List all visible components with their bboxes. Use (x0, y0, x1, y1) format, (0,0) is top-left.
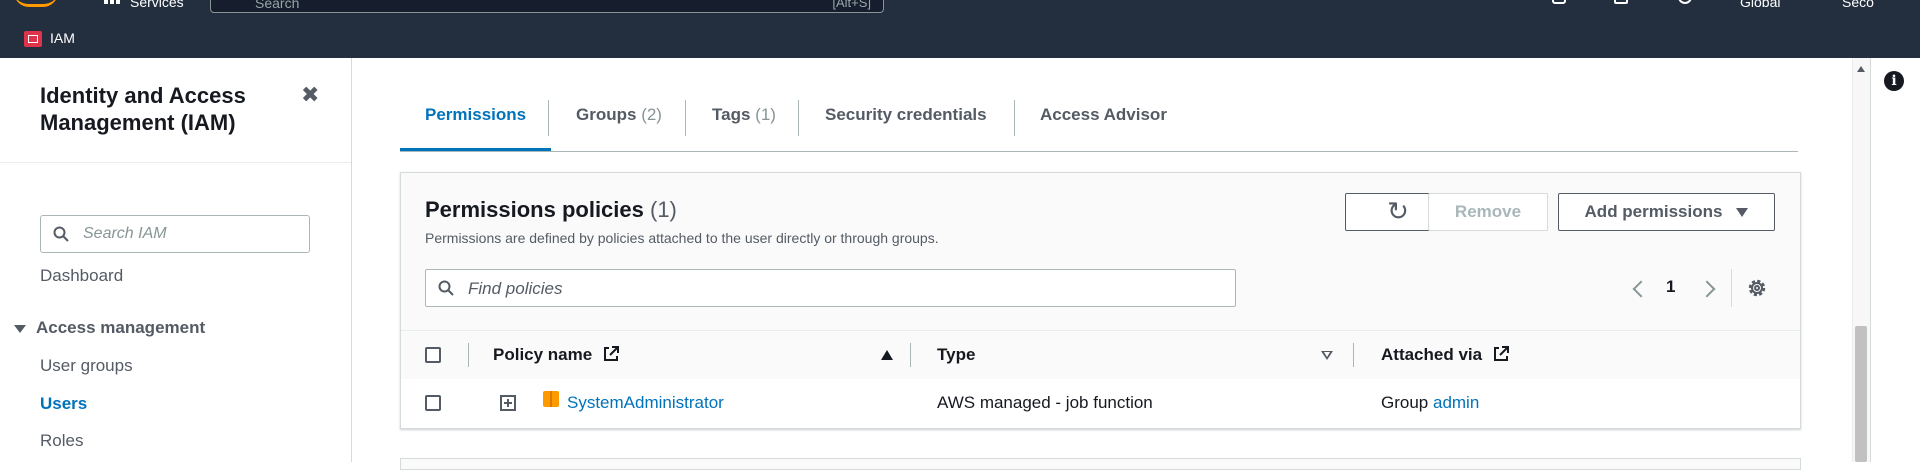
sidebar-item-user-groups[interactable]: User groups (40, 356, 133, 376)
user-detail-tabs: Permissions Groups (2) Tags (1) Security… (400, 85, 1798, 152)
search-icon (53, 226, 69, 242)
add-permissions-button[interactable]: Add permissions (1558, 193, 1775, 231)
search-icon (438, 280, 454, 296)
select-all-checkbox[interactable] (425, 347, 441, 363)
refresh-icon: ↻ (1387, 196, 1409, 226)
next-page-icon[interactable] (1698, 280, 1716, 298)
policy-name-link[interactable]: SystemAdministrator (567, 393, 724, 413)
policies-table-header: Policy name Type Attached via (401, 330, 1800, 380)
tab-label: Security credentials (825, 105, 987, 124)
sidebar-title: Identity and Access Management (IAM) (40, 83, 246, 135)
sidebar-item-dashboard[interactable]: Dashboard (40, 266, 123, 286)
attached-via-prefix: Group (1381, 393, 1429, 412)
global-search-input[interactable]: Search [Alt+S] (210, 0, 884, 13)
sidebar-item-users[interactable]: Users (40, 394, 87, 414)
tab-groups[interactable]: Groups (2) (576, 85, 662, 151)
tab-count: (1) (755, 105, 776, 124)
sidebar-search-input[interactable] (81, 224, 305, 244)
sidebar-section-label: Access management (36, 318, 206, 337)
tab-access-advisor[interactable]: Access Advisor (1040, 85, 1167, 151)
external-link-icon (1493, 346, 1509, 361)
help-icon[interactable] (1678, 0, 1692, 4)
service-breadcrumb-iam[interactable]: IAM (50, 30, 75, 46)
iam-service-icon (24, 31, 42, 47)
previous-page-icon[interactable] (1632, 280, 1650, 298)
sidebar-search-field[interactable] (40, 215, 310, 253)
help-panel-rail (1870, 58, 1920, 462)
table-row: SystemAdministrator AWS managed - job fu… (401, 379, 1800, 428)
column-header-label: Attached via (1381, 345, 1483, 364)
tab-separator (685, 100, 686, 136)
scroll-up-arrow-icon[interactable] (1857, 66, 1865, 72)
permissions-policies-panel: Permissions policies (1) Permissions are… (400, 172, 1801, 429)
cloudshell-icon[interactable] (1552, 0, 1566, 4)
aws-managed-policy-icon (543, 391, 559, 407)
policy-filter-field[interactable] (425, 269, 1236, 307)
global-search-placeholder: Search (255, 0, 300, 11)
tab-label: Permissions (425, 105, 527, 124)
notifications-bell-icon[interactable] (1614, 0, 1628, 4)
caret-down-icon (14, 324, 26, 333)
next-panel-edge (400, 458, 1801, 470)
sidebar-item-roles[interactable]: Roles (40, 431, 83, 451)
policy-filter-input[interactable] (466, 278, 1210, 300)
row-select-checkbox[interactable] (425, 395, 441, 411)
panel-title-text: Permissions policies (425, 197, 644, 222)
column-separator (1353, 343, 1354, 367)
info-icon[interactable]: i (1884, 71, 1904, 91)
column-header-policy-name[interactable]: Policy name (493, 345, 619, 365)
account-menu[interactable]: Seco (1842, 0, 1874, 10)
caret-down-icon (1736, 208, 1749, 218)
top-nav-row: Services Search [Alt+S] Global Seco (0, 0, 1920, 14)
expand-row-icon[interactable] (500, 395, 516, 411)
remove-button[interactable]: Remove (1428, 193, 1548, 231)
tab-count: (2) (641, 105, 662, 124)
column-header-label: Policy name (493, 345, 593, 364)
tab-label: Access Advisor (1040, 105, 1167, 124)
search-shortcut-hint: [Alt+S] (832, 0, 871, 10)
panel-title-count: (1) (650, 197, 677, 222)
external-link-icon (603, 346, 619, 361)
column-separator (910, 343, 911, 367)
tab-separator (1014, 100, 1015, 136)
panel-title: Permissions policies (1) (425, 197, 677, 223)
sidebar: Identity and Access Management (IAM) ✖ D… (0, 58, 352, 462)
policy-type: AWS managed - job function (937, 393, 1153, 412)
pagination-divider (1731, 269, 1732, 307)
settings-gear-icon[interactable] (1746, 277, 1768, 299)
region-selector[interactable]: Global (1740, 0, 1780, 10)
tab-label: Tags (712, 105, 751, 124)
services-menu-label[interactable]: Services (130, 0, 184, 10)
tab-label: Groups (576, 105, 637, 124)
current-page-number[interactable]: 1 (1666, 277, 1675, 297)
top-navigation-bar: Services Search [Alt+S] Global Seco IAM (0, 0, 1920, 58)
tab-permissions[interactable]: Permissions (400, 85, 552, 151)
sort-ascending-icon[interactable] (881, 350, 893, 360)
column-header-attached-via[interactable]: Attached via (1381, 345, 1509, 365)
sort-descending-icon[interactable] (1321, 351, 1333, 360)
add-permissions-label: Add permissions (1584, 202, 1723, 221)
scrollbar-thumb[interactable] (1855, 326, 1867, 462)
services-grid-icon[interactable] (104, 0, 120, 6)
tab-tags[interactable]: Tags (1) (712, 85, 776, 151)
tab-security-credentials[interactable]: Security credentials (825, 85, 987, 151)
attached-via-cell: Group admin (1381, 393, 1479, 413)
tab-separator (798, 100, 799, 136)
sidebar-divider (0, 162, 351, 163)
panel-description: Permissions are defined by policies atta… (425, 230, 939, 246)
tab-separator (548, 100, 549, 136)
column-header-type[interactable]: Type (937, 345, 975, 365)
attached-group-link[interactable]: admin (1433, 393, 1479, 412)
aws-logo[interactable] (14, 0, 58, 7)
column-separator (468, 343, 469, 367)
close-icon[interactable]: ✖ (301, 82, 319, 108)
sidebar-section-access-management[interactable]: Access management (14, 318, 205, 338)
